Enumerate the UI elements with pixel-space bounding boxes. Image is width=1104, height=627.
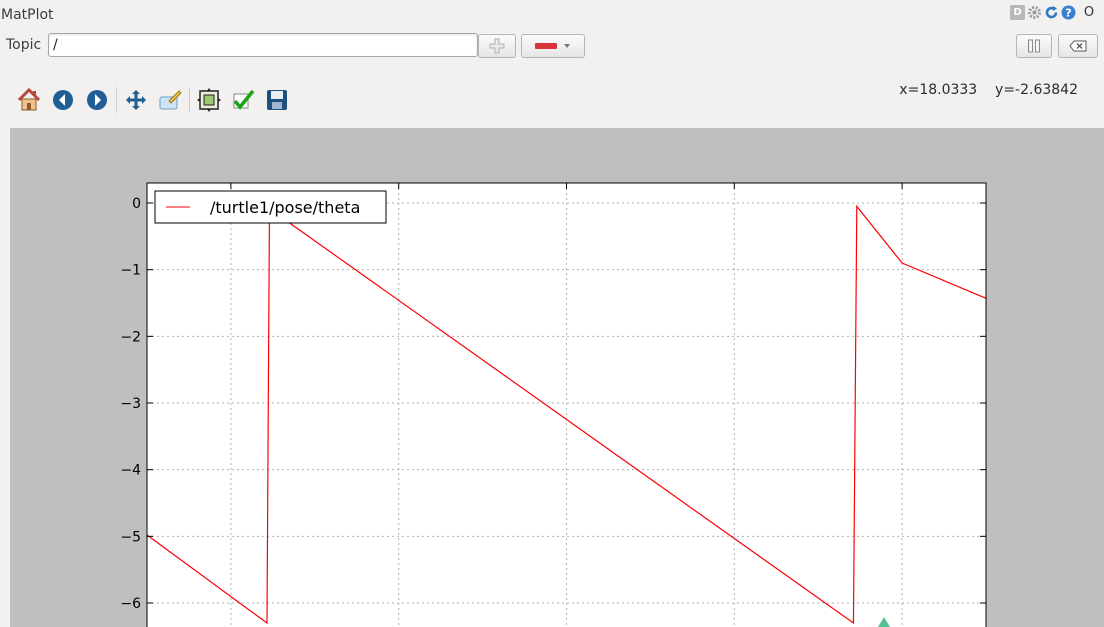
clear-button[interactable] — [1058, 34, 1098, 58]
plus-icon — [489, 38, 505, 54]
zoom-rect-button[interactable] — [153, 83, 187, 117]
topic-input[interactable] — [48, 33, 478, 57]
zoom-rect-icon — [159, 90, 182, 110]
y-tick-label: −3 — [120, 396, 141, 412]
minus-dropdown-icon — [535, 43, 570, 49]
y-tick-label: −5 — [120, 529, 141, 545]
gear-icon[interactable] — [1027, 5, 1042, 20]
subplots-button[interactable] — [192, 83, 226, 117]
y-tick-label: −6 — [120, 596, 141, 612]
window-titlebar: MatPlot D ? O — [0, 0, 1104, 30]
backspace-icon — [1069, 40, 1087, 52]
home-icon — [17, 87, 41, 111]
plot-toolbar — [12, 83, 294, 117]
x-readout: x=18.0333 — [899, 82, 978, 98]
y-tick-label: −2 — [120, 329, 141, 345]
back-button[interactable] — [46, 83, 80, 117]
dock-icon[interactable]: D — [1010, 5, 1025, 20]
svg-text:?: ? — [1065, 7, 1071, 20]
topic-label: Topic — [6, 37, 42, 53]
forward-button[interactable] — [80, 83, 114, 117]
pause-icon — [1028, 39, 1040, 53]
subplots-icon — [197, 88, 221, 112]
y-tick-label: 0 — [132, 196, 141, 212]
save-icon — [267, 90, 287, 110]
legend-label: /turtle1/pose/theta — [210, 198, 360, 217]
toolbar-separator — [116, 87, 117, 113]
window-controls: D ? O — [1010, 5, 1094, 20]
add-topic-button[interactable] — [478, 34, 516, 58]
edit-curves-button[interactable] — [226, 83, 260, 117]
edit-curves-icon — [233, 89, 255, 110]
home-button[interactable] — [12, 83, 46, 117]
y-tick-label: −4 — [120, 463, 141, 479]
pan-icon — [126, 90, 146, 110]
reload-icon[interactable] — [1044, 5, 1059, 20]
toolbar-separator — [189, 87, 190, 113]
pan-button[interactable] — [119, 83, 153, 117]
help-icon[interactable]: ? — [1061, 5, 1076, 20]
back-icon — [53, 90, 73, 110]
cursor-coordinates: x=18.0333 y=-2.63842 — [899, 82, 1078, 98]
plot-canvas[interactable]: 0 −1 −2 −3 −4 −5 −6 /turtle1/pose/theta — [10, 128, 1104, 627]
forward-icon — [87, 90, 107, 110]
y-readout: y=-2.63842 — [995, 82, 1078, 98]
remove-topic-button[interactable] — [521, 34, 585, 58]
legend: /turtle1/pose/theta — [154, 190, 387, 224]
window-title: MatPlot — [1, 7, 54, 23]
close-icon[interactable]: O — [1084, 5, 1094, 20]
plot-svg[interactable]: 0 −1 −2 −3 −4 −5 −6 /turtle1/pose/theta — [10, 128, 1104, 627]
y-tick-label: −1 — [120, 263, 141, 279]
pause-button[interactable] — [1016, 34, 1052, 58]
topic-row: Topic — [0, 31, 1104, 61]
save-button[interactable] — [260, 83, 294, 117]
